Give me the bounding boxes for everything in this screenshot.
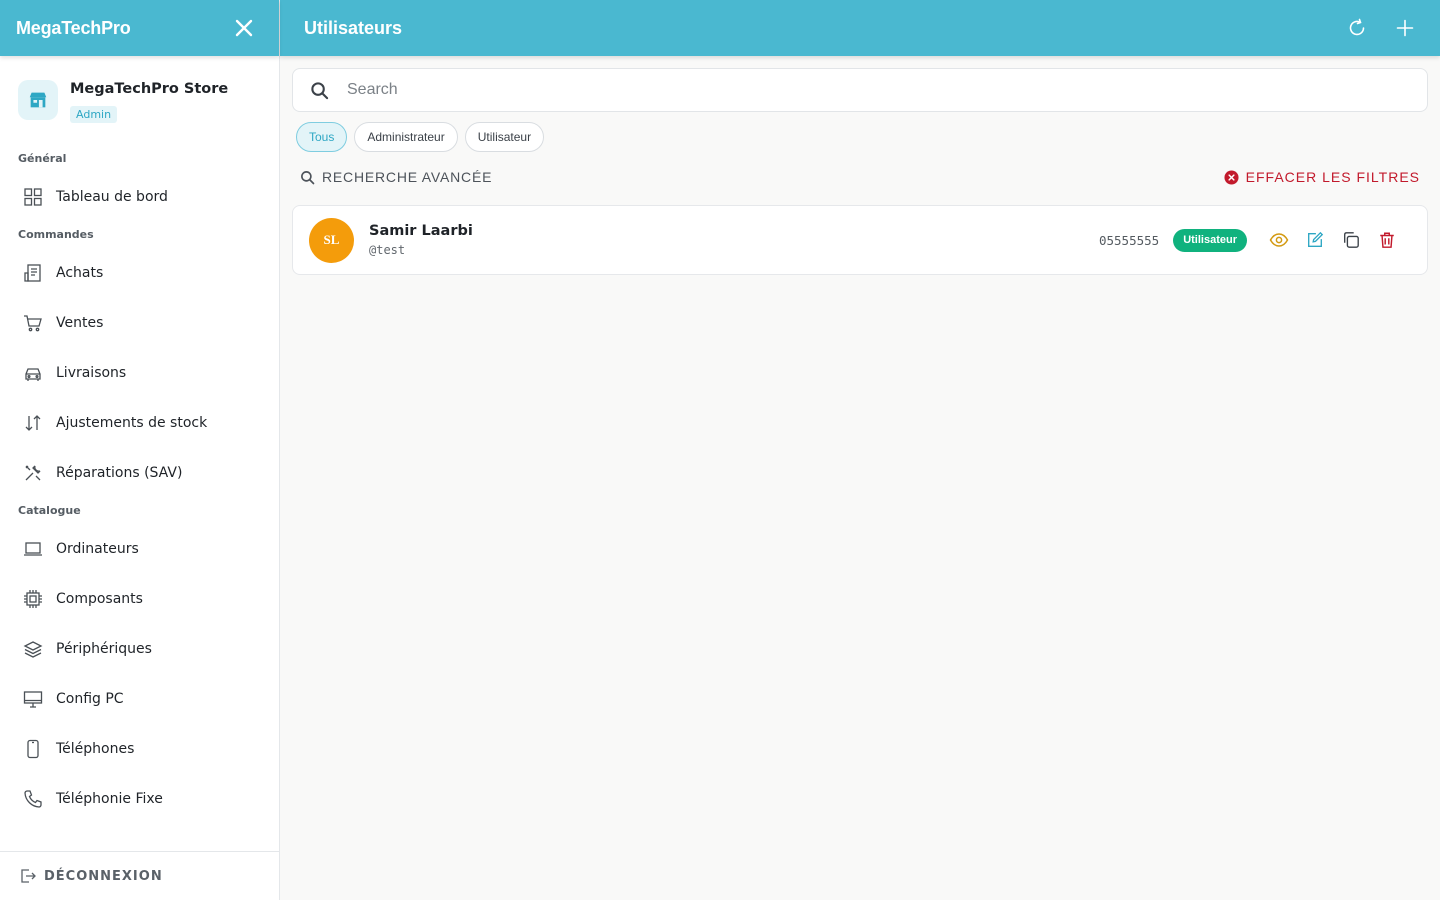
sidebar-item-label: Achats — [56, 265, 104, 281]
advanced-search-button[interactable]: RECHERCHE AVANCÉE — [300, 169, 492, 185]
user-name: Samir Laarbi — [369, 223, 473, 239]
nav-section-catalogue: Catalogue — [18, 504, 81, 517]
advanced-search-label: RECHERCHE AVANCÉE — [322, 169, 493, 185]
nav-section-commandes: Commandes — [18, 228, 94, 241]
user-handle: @test — [369, 243, 406, 257]
search-icon — [311, 81, 329, 99]
chip-utilisateur[interactable]: Utilisateur — [464, 122, 545, 152]
sidebar-item-label: Composants — [56, 591, 143, 607]
role-filter-chips: Tous Administrateur Utilisateur — [296, 122, 545, 152]
sidebar-item-telephones[interactable]: Téléphones — [0, 724, 279, 774]
sidebar-item-livraisons[interactable]: Livraisons — [0, 348, 279, 398]
table-row: SL Samir Laarbi @test 05555555 Utilisate… — [292, 205, 1428, 275]
logout-button[interactable]: DÉCONNEXION — [0, 851, 279, 900]
sidebar-nav: Général Tableau de bord Commandes Achats… — [0, 146, 279, 850]
user-phone: 05555555 — [1098, 232, 1160, 248]
sidebar-item-label: Livraisons — [56, 365, 127, 381]
sidebar-item-label: Téléphones — [56, 741, 135, 757]
trash-icon — [1380, 232, 1394, 248]
smartphone-icon — [23, 739, 43, 759]
sidebar-item-label: Périphériques — [56, 641, 152, 657]
receipt-icon — [23, 263, 43, 283]
sidebar-item-ajustements[interactable]: Ajustements de stock — [0, 398, 279, 448]
edit-icon — [1308, 231, 1324, 247]
sidebar-item-dashboard[interactable]: Tableau de bord — [0, 172, 279, 222]
brand-name: MegaTechPro — [16, 17, 131, 38]
nav-section-general: Général — [18, 152, 67, 165]
edit-user-button[interactable] — [1297, 222, 1333, 258]
grid-icon — [23, 187, 43, 207]
sidebar-item-config-pc[interactable]: Config PC — [0, 674, 279, 724]
delete-user-button[interactable] — [1369, 222, 1405, 258]
plus-icon — [1396, 19, 1414, 37]
sidebar-item-peripheriques[interactable]: Périphériques — [0, 624, 279, 674]
clear-circle-icon — [1224, 169, 1239, 185]
cpu-icon — [23, 589, 43, 609]
eye-icon — [1269, 233, 1289, 247]
close-icon — [235, 19, 253, 37]
status-badge: Utilisateur — [1173, 228, 1247, 252]
arrows-icon — [23, 413, 43, 433]
phone-icon — [23, 789, 43, 809]
logout-label: DÉCONNEXION — [44, 868, 163, 884]
clear-filters-button[interactable]: EFFACER LES FILTRES — [1224, 169, 1420, 185]
sidebar-item-label: Tableau de bord — [56, 189, 168, 205]
add-user-button[interactable] — [1394, 17, 1416, 39]
top-bar: Utilisateurs — [280, 0, 1440, 56]
car-icon — [23, 363, 43, 383]
search-input[interactable] — [347, 81, 1407, 99]
refresh-button[interactable] — [1346, 17, 1368, 39]
chip-tous[interactable]: Tous — [296, 122, 348, 152]
search-icon — [301, 170, 315, 184]
sidebar-item-composants[interactable]: Composants — [0, 574, 279, 624]
sidebar-item-ordinateurs[interactable]: Ordinateurs — [0, 524, 279, 574]
sidebar-item-label: Téléphonie Fixe — [56, 791, 163, 807]
clear-filters-label: EFFACER LES FILTRES — [1245, 169, 1420, 185]
chip-administrateur[interactable]: Administrateur — [354, 122, 458, 152]
role-badge: Admin — [70, 106, 118, 123]
sidebar: MegaTechPro MegaTechPro Store Admin Géné… — [0, 0, 280, 900]
tools-icon — [23, 463, 43, 483]
sidebar-item-label: Ventes — [56, 315, 104, 331]
store-avatar — [18, 80, 58, 120]
store-icon — [29, 92, 47, 108]
main-content: Utilisateurs Tous Administrateur Utilisa… — [280, 0, 1440, 900]
layers-icon — [23, 639, 43, 659]
refresh-icon — [1349, 18, 1365, 36]
sidebar-item-reparations[interactable]: Réparations (SAV) — [0, 448, 279, 498]
sidebar-item-label: Ordinateurs — [56, 541, 139, 557]
logout-icon — [21, 869, 36, 883]
copy-icon — [1344, 232, 1359, 248]
sidebar-item-label: Réparations (SAV) — [56, 465, 183, 481]
cart-icon — [23, 313, 43, 333]
sidebar-item-label: Ajustements de stock — [56, 415, 208, 431]
search-bar — [292, 68, 1428, 112]
laptop-icon — [23, 539, 43, 559]
store-name: MegaTechPro Store — [70, 81, 229, 97]
avatar: SL — [309, 217, 354, 263]
sidebar-header: MegaTechPro — [0, 0, 279, 56]
duplicate-user-button[interactable] — [1333, 222, 1369, 258]
sidebar-item-ventes[interactable]: Ventes — [0, 298, 279, 348]
monitor-icon — [23, 689, 43, 709]
filter-actions-row: RECHERCHE AVANCÉE EFFACER LES FILTRES — [300, 166, 1420, 188]
close-sidebar-button[interactable] — [233, 17, 255, 39]
sidebar-item-label: Config PC — [56, 691, 124, 707]
sidebar-item-telephonie-fixe[interactable]: Téléphonie Fixe — [0, 774, 279, 824]
row-actions — [1261, 222, 1405, 258]
page-title: Utilisateurs — [304, 17, 403, 38]
view-user-button[interactable] — [1261, 222, 1297, 258]
sidebar-item-achats[interactable]: Achats — [0, 248, 279, 298]
